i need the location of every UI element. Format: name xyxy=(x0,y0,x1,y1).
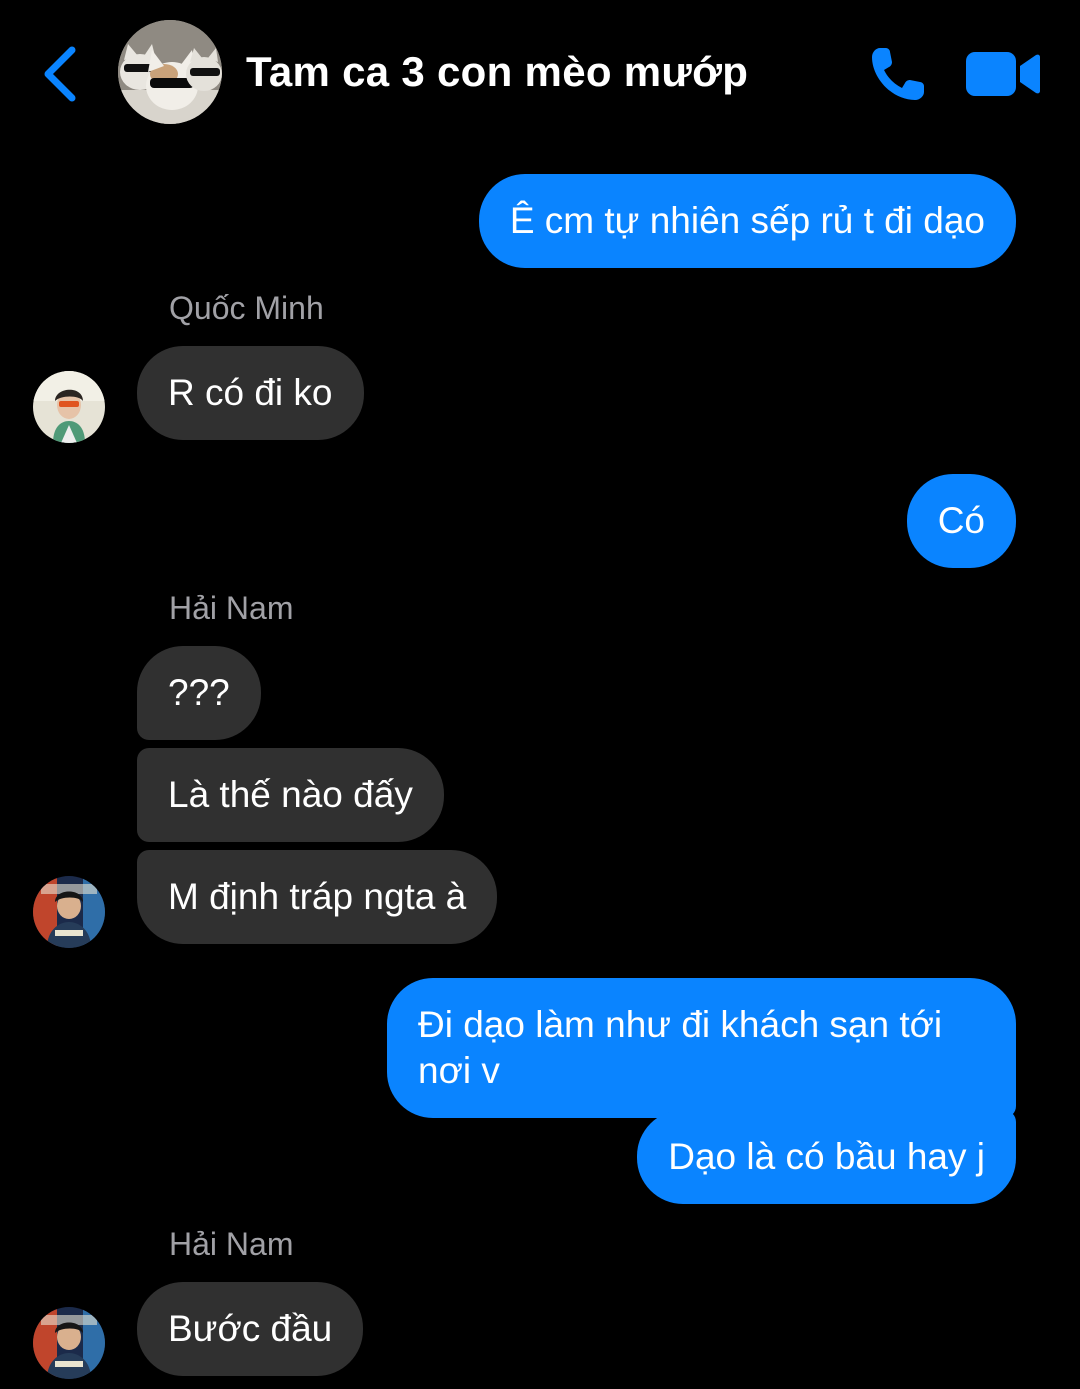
message-text: Là thế nào đấy xyxy=(168,774,413,815)
chat-header: Tam ca 3 con mèo mướp xyxy=(0,0,1080,150)
sender-name: Hải Nam xyxy=(169,590,294,626)
message-bubble-incoming[interactable]: M định tráp ngta à xyxy=(137,850,498,944)
avatar-hai-nam[interactable] xyxy=(33,876,105,948)
back-button[interactable] xyxy=(36,42,86,106)
message-bubble-outgoing[interactable]: Có xyxy=(906,474,1016,568)
message-text: Đi dạo làm như đi khách sạn tới nơi v xyxy=(418,1004,943,1091)
message-text: Ê cm tự nhiên sếp rủ t đi dạo xyxy=(509,200,985,241)
message-bubble-incoming[interactable]: ??? xyxy=(137,646,261,740)
voice-call-button[interactable] xyxy=(866,44,928,106)
message-bubble-incoming[interactable]: Là thế nào đấy xyxy=(137,748,444,842)
chevron-left-icon xyxy=(44,46,76,102)
message-bubble-outgoing[interactable]: Ê cm tự nhiên sếp rủ t đi dạo xyxy=(478,174,1016,268)
video-camera-icon xyxy=(966,52,1040,96)
message-text: ??? xyxy=(168,672,230,713)
message-bubble-outgoing[interactable]: Đi dạo làm như đi khách sạn tới nơi v xyxy=(387,978,1016,1118)
avatar-hai-nam[interactable] xyxy=(33,1307,105,1379)
message-text: R có đi ko xyxy=(168,372,333,413)
message-text: Có xyxy=(937,500,985,541)
message-text: Dạo là có bầu hay j xyxy=(668,1136,985,1177)
sender-name: Quốc Minh xyxy=(169,290,324,326)
message-text: Bước đầu xyxy=(168,1308,333,1349)
message-bubble-incoming[interactable]: R có đi ko xyxy=(137,346,364,440)
message-bubble-outgoing[interactable]: Dạo là có bầu hay j xyxy=(637,1110,1016,1204)
message-text: M định tráp ngta à xyxy=(168,876,467,917)
video-call-button[interactable] xyxy=(964,48,1042,100)
sender-name: Hải Nam xyxy=(169,1226,294,1262)
avatar-quoc-minh[interactable] xyxy=(33,371,105,443)
phone-icon xyxy=(872,48,924,100)
message-bubble-incoming[interactable]: Bước đầu xyxy=(137,1282,364,1376)
group-avatar[interactable] xyxy=(118,20,222,124)
conversation-title[interactable]: Tam ca 3 con mèo mướp xyxy=(246,48,748,96)
